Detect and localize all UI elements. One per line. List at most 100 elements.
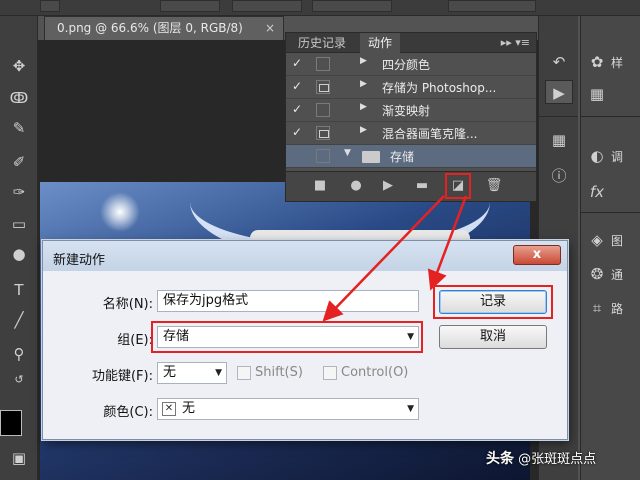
tab-actions[interactable]: 动作 (360, 33, 401, 53)
set-select[interactable]: 存储 ▼ (157, 326, 419, 348)
styles-icon[interactable]: ✿ (585, 50, 609, 74)
brush-tool-icon[interactable]: ✐ (4, 150, 34, 174)
chevron-down-icon: ▼ (407, 332, 414, 342)
action-row[interactable]: ✓ ▶ 混合器画笔克隆... (286, 122, 536, 145)
type-tool-icon[interactable]: T (4, 278, 34, 302)
expand-triangle-icon[interactable]: ▶ (360, 79, 367, 89)
channels-icon[interactable]: ❂ (585, 262, 609, 286)
toggle-check-icon[interactable]: ✓ (292, 56, 308, 70)
image-light-flare (100, 192, 140, 232)
panel-tabs: 历史记录 动作 ▸▸ ▾≡ (286, 33, 536, 53)
actions-panel-icon[interactable]: ▶ (545, 80, 573, 104)
new-action-icon[interactable]: ◪ (445, 173, 471, 199)
color-select[interactable]: ✕ 无 ▼ (157, 398, 419, 420)
option-block (40, 0, 60, 12)
play-icon[interactable]: ▶ (378, 176, 398, 196)
action-row[interactable]: ✓ ▶ 渐变映射 (286, 99, 536, 122)
stop-icon[interactable]: ■ (310, 176, 330, 196)
toggle-check-icon[interactable]: ✓ (292, 79, 308, 93)
color-select-value: 无 (182, 401, 196, 416)
adjustments-icon[interactable]: ◐ (585, 144, 609, 168)
shift-label: Shift(S) (255, 365, 303, 380)
dock-separator (581, 212, 640, 213)
action-label: 存储为 Photoshop... (382, 81, 497, 95)
dialog-titlebar[interactable]: 新建动作 x (43, 241, 567, 271)
history-panel-icon[interactable]: ↶ (547, 50, 571, 74)
options-bar (0, 0, 640, 16)
trash-icon[interactable]: 🗑 (484, 176, 504, 196)
fx-icon[interactable]: fx (585, 180, 609, 204)
dialog-toggle-box[interactable] (316, 57, 330, 71)
swap-colors-icon[interactable]: ↺ (4, 368, 34, 392)
control-checkbox[interactable] (323, 366, 337, 380)
action-label: 混合器画笔克隆... (382, 127, 478, 141)
document-tab[interactable]: 0.png @ 66.6% (图层 0, RGB/8) × (44, 16, 284, 40)
tab-history[interactable]: 历史记录 (290, 33, 354, 53)
function-key-label: 功能键(F): (91, 369, 153, 384)
shift-checkbox[interactable] (237, 366, 251, 380)
panel-menu-icon[interactable]: ▸▸ ▾≡ (501, 33, 530, 53)
color-label: 颜色(C): (103, 405, 153, 420)
move-tool-icon[interactable]: ✥ (4, 54, 34, 78)
option-block (448, 0, 536, 12)
info-panel-icon[interactable]: ⓘ (547, 164, 571, 188)
properties-panel-icon[interactable]: ▦ (547, 128, 571, 152)
gradient-tool-icon[interactable]: ▭ (4, 212, 34, 236)
zoom-tool-icon[interactable]: ⚲ (4, 342, 34, 366)
option-block (232, 0, 302, 12)
folder-icon (362, 151, 380, 163)
history-brush-icon[interactable]: ✑ (4, 180, 34, 204)
actions-panel: 历史记录 动作 ▸▸ ▾≡ ✓ ▶ 四分颜色 ✓ ▶ 存储为 Photoshop… (285, 32, 537, 202)
function-key-value: 无 (163, 365, 177, 380)
action-row[interactable]: ✓ ▶ 四分颜色 (286, 53, 536, 76)
watermark: 头条 @张斑斑点点 (486, 448, 636, 472)
collapse-triangle-icon[interactable]: ▼ (344, 148, 351, 158)
action-set-row-selected[interactable]: ▼ 存储 (286, 145, 536, 168)
toggle-check-icon[interactable]: ✓ (292, 102, 308, 116)
folder-icon[interactable]: ▬ (412, 176, 432, 196)
action-label: 四分颜色 (382, 58, 431, 72)
dodge-tool-icon[interactable]: ● (4, 242, 34, 266)
dock-label: 样 (611, 56, 624, 70)
function-key-select[interactable]: 无 ▼ (157, 362, 227, 384)
record-button[interactable]: 记录 (439, 290, 547, 314)
foreground-color-swatch[interactable] (0, 410, 22, 436)
chevron-down-icon: ▼ (407, 404, 414, 414)
lasso-tool-icon[interactable]: ↂ (4, 86, 34, 110)
layers-icon[interactable]: ◈ (585, 228, 609, 252)
dock-label: 图 (611, 234, 624, 248)
dialog-toggle-icon[interactable] (316, 80, 330, 94)
panel-dock-labels: ✿ 样 ▦ ◐ 调 fx ◈ 图 ❂ 通 ⌗ 路 (580, 16, 640, 480)
expand-triangle-icon[interactable]: ▶ (360, 125, 367, 135)
name-input[interactable]: 保存为jpg格式 (157, 290, 419, 312)
chevron-down-icon: ▼ (215, 368, 222, 378)
dialog-close-button[interactable]: x (513, 245, 561, 265)
dock-label: 调 (611, 150, 624, 164)
record-icon[interactable]: ● (346, 176, 366, 196)
set-select-value: 存储 (163, 329, 190, 344)
close-tab-icon[interactable]: × (265, 17, 275, 39)
cancel-button[interactable]: 取消 (439, 325, 547, 349)
set-label: 组(E): (117, 333, 153, 348)
name-label: 名称(N): (102, 297, 153, 312)
eyedropper-tool-icon[interactable]: ✎ (4, 116, 34, 140)
screen-mode-icon[interactable]: ▣ (4, 446, 34, 470)
grid-icon[interactable]: ▦ (585, 82, 609, 106)
no-color-swatch-icon: ✕ (162, 402, 176, 416)
new-action-dialog: 新建动作 x 名称(N): 保存为jpg格式 组(E): 存储 ▼ 功能键(F)… (42, 240, 568, 440)
dock-label: 通 (611, 268, 624, 282)
dialog-toggle-box[interactable] (316, 103, 330, 117)
expand-triangle-icon[interactable]: ▶ (360, 102, 367, 112)
action-label: 渐变映射 (382, 104, 431, 118)
toggle-box[interactable] (316, 149, 330, 163)
dialog-toggle-icon[interactable] (316, 126, 330, 140)
line-tool-icon[interactable]: ╱ (4, 308, 34, 332)
paths-icon[interactable]: ⌗ (585, 296, 609, 320)
action-row[interactable]: ✓ ▶ 存储为 Photoshop... (286, 76, 536, 99)
watermark-brand: 头条 (486, 451, 514, 467)
toggle-check-icon[interactable]: ✓ (292, 125, 308, 139)
dock-label: 路 (611, 302, 624, 316)
document-tab-title: 0.png @ 66.6% (图层 0, RGB/8) (57, 21, 243, 35)
watermark-handle: @张斑斑点点 (518, 452, 597, 467)
expand-triangle-icon[interactable]: ▶ (360, 56, 367, 66)
